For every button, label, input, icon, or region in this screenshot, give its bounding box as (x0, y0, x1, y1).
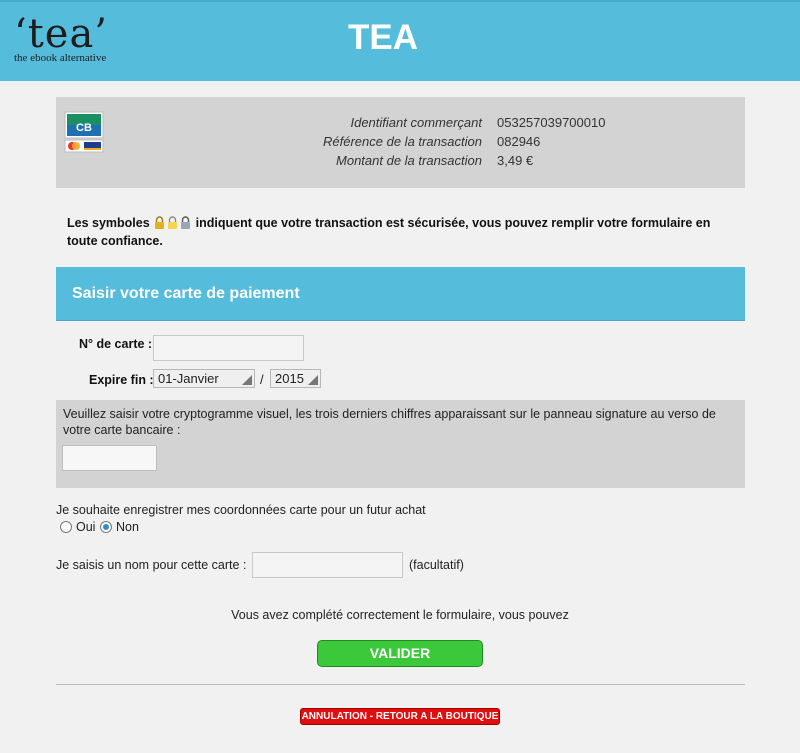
merchant-id-value: 053257039700010 (497, 115, 606, 130)
expiry-year-value: 2015 (275, 371, 304, 386)
transaction-amount-label: Montant de la transaction (336, 153, 482, 168)
security-note: Les symboles indiquent que votre transac… (67, 214, 737, 250)
expiry-label: Expire fin : (89, 373, 154, 387)
tea-logo: ‘tea’ the ebook alternative (14, 11, 109, 64)
expiry-month-select[interactable]: 01-Janvier (153, 369, 255, 388)
dropdown-arrow-icon (242, 375, 252, 385)
merchant-row: Référence de la transaction 082946 (56, 134, 745, 153)
cancel-return-button[interactable]: ANNULATION - RETOUR A LA BOUTIQUE (300, 708, 500, 725)
merchant-row: Montant de la transaction 3,49 € (56, 153, 745, 172)
card-name-input[interactable] (252, 552, 403, 578)
card-number-input[interactable] (153, 335, 304, 361)
section-title: Saisir votre carte de paiement (72, 285, 300, 302)
expiry-year-select[interactable]: 2015 (270, 369, 321, 388)
logo-text: ‘tea’ (14, 11, 109, 57)
merchant-id-label: Identifiant commerçant (350, 115, 482, 130)
save-card-yes-radio[interactable] (60, 521, 72, 533)
transaction-amount-value: 3,49 € (497, 153, 534, 168)
lock-gold-icon (155, 216, 165, 229)
completion-message: Vous avez complété correctement le formu… (231, 608, 569, 622)
cvv-input[interactable] (62, 445, 157, 471)
merchant-info-panel: CB Identifiant commerçant 05325703970001… (56, 97, 745, 188)
divider (56, 684, 745, 685)
submit-button[interactable]: VALIDER (317, 640, 483, 667)
page-title: TEA (348, 18, 418, 57)
logo-tagline: the ebook alternative (14, 52, 107, 64)
save-card-no-label[interactable]: Non (116, 520, 139, 534)
header-banner: ‘tea’ the ebook alternative TEA (0, 0, 800, 81)
payment-section-header: Saisir votre carte de paiement (56, 267, 745, 321)
dropdown-arrow-icon (308, 375, 318, 385)
expiry-month-value: 01-Janvier (158, 371, 219, 386)
save-card-yes-label[interactable]: Oui (76, 520, 95, 534)
card-name-label: Je saisis un nom pour cette carte : (56, 558, 247, 572)
expiry-separator: / (260, 372, 264, 387)
card-name-hint: (facultatif) (409, 558, 464, 572)
card-number-label: N° de carte : (79, 337, 153, 351)
cvv-panel: Veuillez saisir votre cryptogramme visue… (56, 400, 745, 488)
save-card-no-radio[interactable] (100, 521, 112, 533)
security-note-prefix: Les symboles (67, 216, 150, 230)
save-card-question: Je souhaite enregistrer mes coordonnées … (56, 503, 426, 517)
merchant-row: Identifiant commerçant 053257039700010 (56, 115, 745, 134)
lock-grey-icon (181, 216, 191, 229)
transaction-ref-label: Référence de la transaction (323, 134, 482, 149)
lock-yellow-icon (168, 216, 178, 229)
transaction-ref-value: 082946 (497, 134, 541, 149)
cvv-instructions: Veuillez saisir votre cryptogramme visue… (63, 407, 716, 437)
